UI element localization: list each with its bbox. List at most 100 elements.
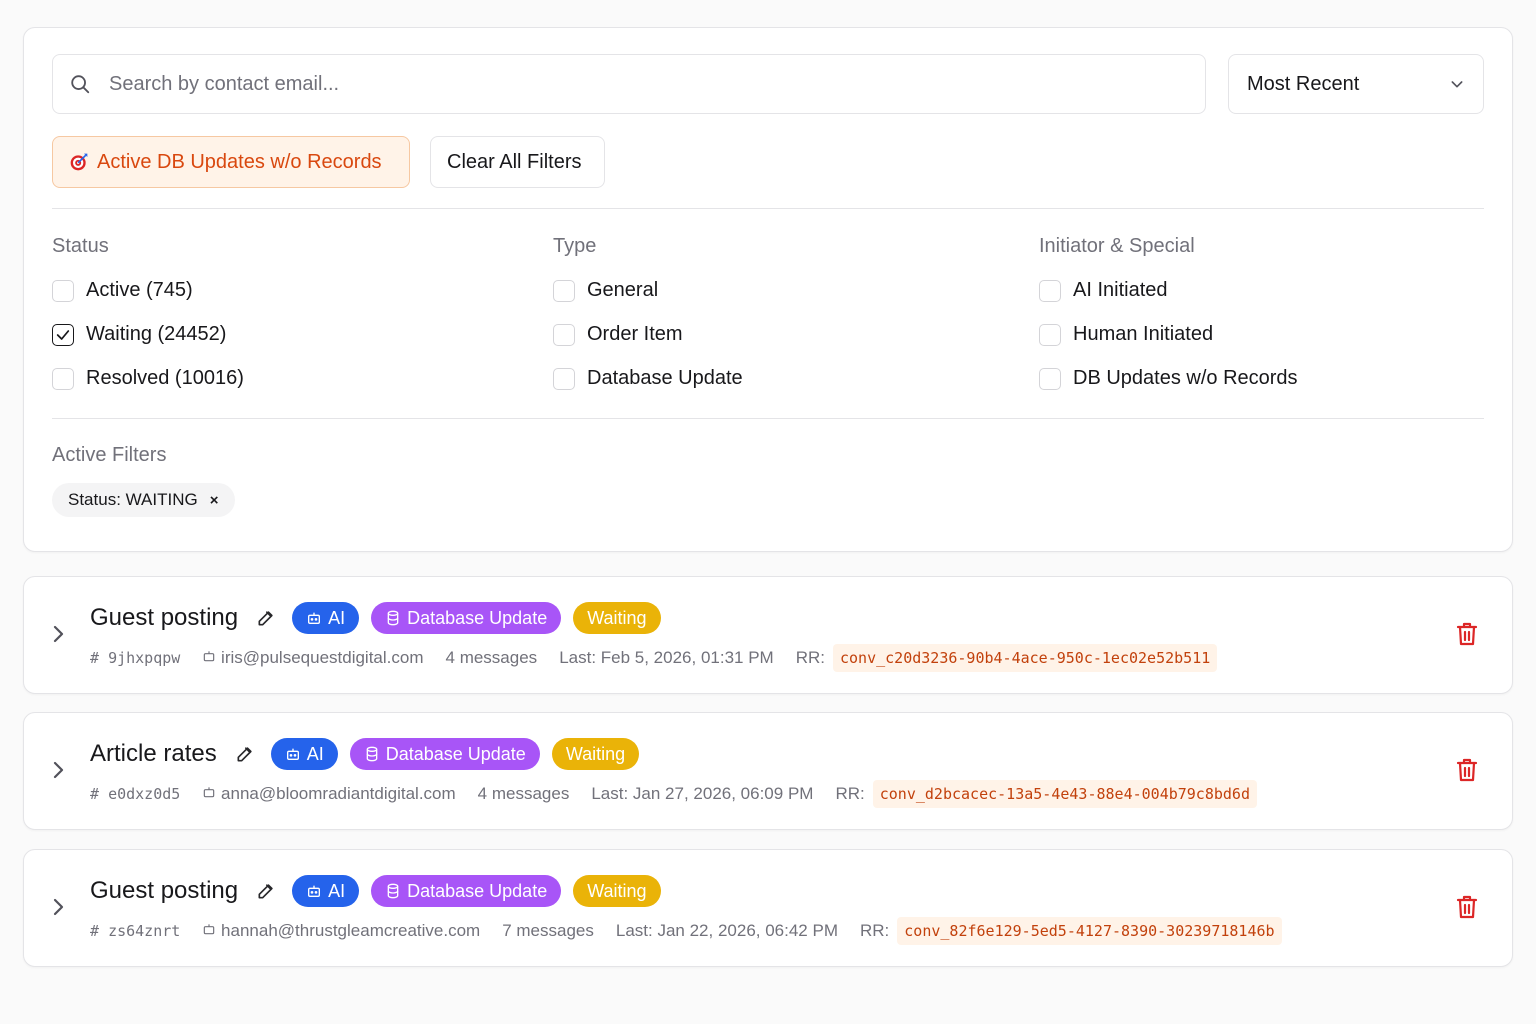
type-badge: Database Update	[371, 875, 562, 907]
hash-icon: #	[90, 649, 109, 667]
trash-icon[interactable]	[1456, 894, 1478, 920]
checkbox[interactable]	[1039, 367, 1061, 390]
ai-badge: AI	[292, 875, 360, 907]
rr-code: conv_c20d3236-90b4-4ace-950c-1ec02e52b51…	[833, 644, 1218, 672]
checkbox-label: Order Item	[587, 323, 683, 345]
last-activity: Last: Feb 5, 2026, 01:31 PM	[559, 648, 774, 667]
type-badge-label: Database Update	[385, 743, 526, 764]
ai-badge-label: AI	[328, 607, 346, 628]
conversation-meta: # zs64znrt hannah@thrustgleamcreative.co…	[90, 916, 1282, 946]
filter-human-initiated[interactable]: Human Initiated	[1039, 323, 1213, 346]
checkbox[interactable]	[1039, 279, 1061, 302]
filter-status-resolved[interactable]: Resolved (10016)	[52, 367, 244, 390]
filter-panel: Most Recent Active DB Updates w/o Record…	[23, 27, 1513, 552]
checkbox[interactable]	[52, 367, 74, 390]
filter-ai-initiated[interactable]: AI Initiated	[1039, 279, 1168, 302]
last-activity: Last: Jan 22, 2026, 06:42 PM	[615, 921, 838, 940]
divider	[52, 418, 1484, 419]
chevron-right-icon[interactable]	[50, 759, 68, 781]
sort-selected-value: Most Recent	[1247, 72, 1360, 95]
clear-all-filters-label: Clear All Filters	[447, 150, 582, 173]
conversation-id: # e0dxz0d5	[90, 785, 180, 803]
checkbox-label: Human Initiated	[1073, 323, 1214, 345]
type-badge-label: Database Update	[407, 607, 548, 628]
ai-badge: AI	[270, 738, 338, 770]
message-count: 4 messages	[477, 784, 570, 803]
last-activity: Last: Jan 27, 2026, 06:09 PM	[591, 784, 814, 803]
filter-type-order-item[interactable]: Order Item	[553, 323, 683, 346]
message-count: 7 messages	[502, 921, 594, 940]
clear-all-filters-button[interactable]: Clear All Filters	[430, 136, 605, 188]
type-badge: Database Update	[349, 738, 540, 770]
filter-status-waiting[interactable]: Waiting (24452)	[52, 323, 226, 346]
conversation-title: Guest posting	[90, 877, 239, 904]
active-db-updates-label: Active DB Updates w/o Records	[97, 150, 382, 173]
filter-type-database-update[interactable]: Database Update	[553, 367, 743, 390]
checkbox[interactable]	[553, 323, 575, 346]
checkbox-checked[interactable]	[52, 323, 74, 346]
checkbox[interactable]	[553, 279, 575, 302]
edit-icon[interactable]	[235, 744, 255, 764]
status-badge: Waiting	[573, 875, 661, 907]
chip-label: Status: WAITING	[68, 490, 198, 509]
sort-select[interactable]: Most Recent	[1228, 54, 1484, 114]
search-box[interactable]	[52, 54, 1206, 114]
active-filter-chip: Status: WAITING ×	[52, 483, 235, 517]
robot-icon	[204, 924, 215, 935]
divider	[52, 208, 1484, 209]
filter-type-general[interactable]: General	[553, 279, 658, 302]
contact-email: iris@pulsequestdigital.com	[202, 648, 424, 668]
database-icon	[366, 746, 378, 762]
conversation-card[interactable]: Guest posting AI Database Update Waiting…	[23, 849, 1513, 967]
status-filter-title: Status	[52, 235, 109, 257]
status-badge: Waiting	[551, 738, 640, 770]
checkbox-label: Waiting (24452)	[86, 323, 227, 345]
checkbox-label: DB Updates w/o Records	[1073, 367, 1298, 389]
type-filter-title: Type	[553, 235, 597, 257]
rr-label: RR:	[860, 921, 890, 940]
conversation-id-value: e0dxz0d5	[108, 785, 181, 803]
edit-icon[interactable]	[256, 608, 276, 628]
type-badge: Database Update	[371, 602, 562, 634]
conversation-title: Guest posting	[90, 604, 239, 631]
database-icon	[387, 883, 399, 899]
rr-label: RR:	[835, 784, 865, 803]
filter-status-active[interactable]: Active (745)	[52, 279, 193, 302]
chevron-down-icon	[1451, 81, 1463, 88]
rr-code: conv_82f6e129-5ed5-4127-8390-30239718146…	[897, 917, 1282, 945]
rr-label: RR:	[795, 648, 825, 667]
search-icon	[71, 75, 90, 94]
remove-filter-icon[interactable]: ×	[210, 492, 219, 509]
checkbox[interactable]	[1039, 323, 1061, 346]
trash-icon[interactable]	[1456, 757, 1478, 783]
robot-icon	[204, 651, 215, 662]
filter-db-updates-no-records[interactable]: DB Updates w/o Records	[1039, 367, 1298, 390]
checkbox-label: General	[587, 279, 659, 301]
conversation-id: # zs64znrt	[90, 922, 180, 940]
trash-icon[interactable]	[1456, 621, 1478, 647]
conversation-id: # 9jhxpqpw	[90, 649, 180, 667]
status-badge: Waiting	[573, 602, 661, 634]
target-icon	[70, 153, 88, 171]
robot-icon	[308, 612, 321, 624]
hash-icon: #	[90, 922, 109, 940]
search-input[interactable]	[109, 72, 1159, 96]
conversation-id-value: zs64znrt	[108, 922, 181, 940]
hash-icon: #	[90, 785, 109, 803]
database-icon	[387, 610, 399, 626]
checkbox-label: AI Initiated	[1073, 279, 1168, 301]
conversation-card[interactable]: Guest posting AI Database Update Waiting…	[23, 576, 1513, 694]
checkbox-label: Database Update	[587, 367, 743, 389]
type-badge-label: Database Update	[407, 880, 548, 901]
conversation-card[interactable]: Article rates AI Database Update Waiting…	[23, 712, 1513, 830]
conversation-meta: # 9jhxpqpw iris@pulsequestdigital.com 4 …	[90, 643, 1218, 673]
ai-badge: AI	[292, 602, 360, 634]
active-db-updates-button[interactable]: Active DB Updates w/o Records	[52, 136, 410, 188]
edit-icon[interactable]	[256, 881, 276, 901]
chevron-right-icon[interactable]	[50, 896, 68, 918]
checkbox[interactable]	[553, 367, 575, 390]
contact-email: hannah@thrustgleamcreative.com	[202, 921, 480, 941]
rr-code: conv_d2bcacec-13a5-4e43-88e4-004b79c8bd6…	[872, 780, 1257, 808]
chevron-right-icon[interactable]	[50, 623, 68, 645]
checkbox[interactable]	[52, 279, 74, 302]
